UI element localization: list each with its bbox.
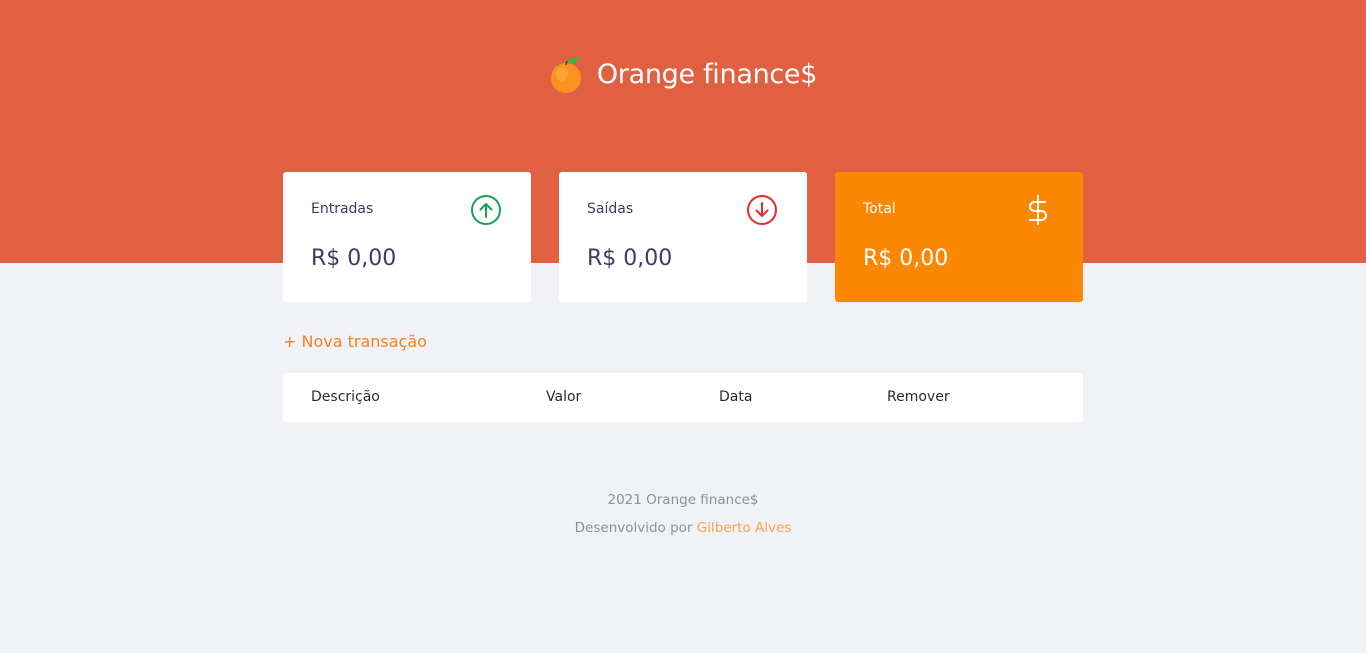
dollar-sign-icon [1029, 195, 1047, 225]
income-card: Entradas R$ 0,00 [283, 172, 531, 302]
column-header-description: Descrição [311, 389, 380, 405]
footer-copyright: 2021 Orange finance$ [607, 492, 759, 508]
new-transaction-button[interactable]: + Nova transação [283, 332, 427, 351]
author-link[interactable]: Gilberto Alves [697, 520, 792, 536]
expense-card: Saídas R$ 0,00 [559, 172, 807, 302]
arrow-up-circle-icon [471, 195, 501, 225]
orange-fruit-icon [550, 57, 581, 93]
brand-logo: Orange finance$ [0, 54, 1366, 94]
column-header-remove: Remover [887, 389, 950, 405]
expense-label: Saídas [587, 201, 634, 217]
balance-cards: Entradas R$ 0,00 Saídas R$ 0,00 Total R$… [283, 172, 1083, 302]
income-value: R$ 0,00 [311, 246, 397, 271]
app-title: Orange finance$ [596, 58, 818, 90]
column-header-amount: Valor [546, 389, 582, 405]
total-value: R$ 0,00 [863, 246, 949, 271]
total-label: Total [863, 201, 896, 217]
column-header-date: Data [719, 389, 753, 405]
page-footer: 2021 Orange finance$ Desenvolvido por Gi… [0, 486, 1366, 542]
arrow-down-circle-icon [747, 195, 777, 225]
footer-credit-prefix: Desenvolvido por [574, 520, 693, 536]
transactions-table: Descrição Valor Data Remover [283, 373, 1083, 422]
total-card: Total R$ 0,00 [835, 172, 1083, 302]
income-label: Entradas [311, 201, 374, 217]
expense-value: R$ 0,00 [587, 246, 673, 271]
footer-credit: Desenvolvido por Gilberto Alves [0, 514, 1366, 542]
